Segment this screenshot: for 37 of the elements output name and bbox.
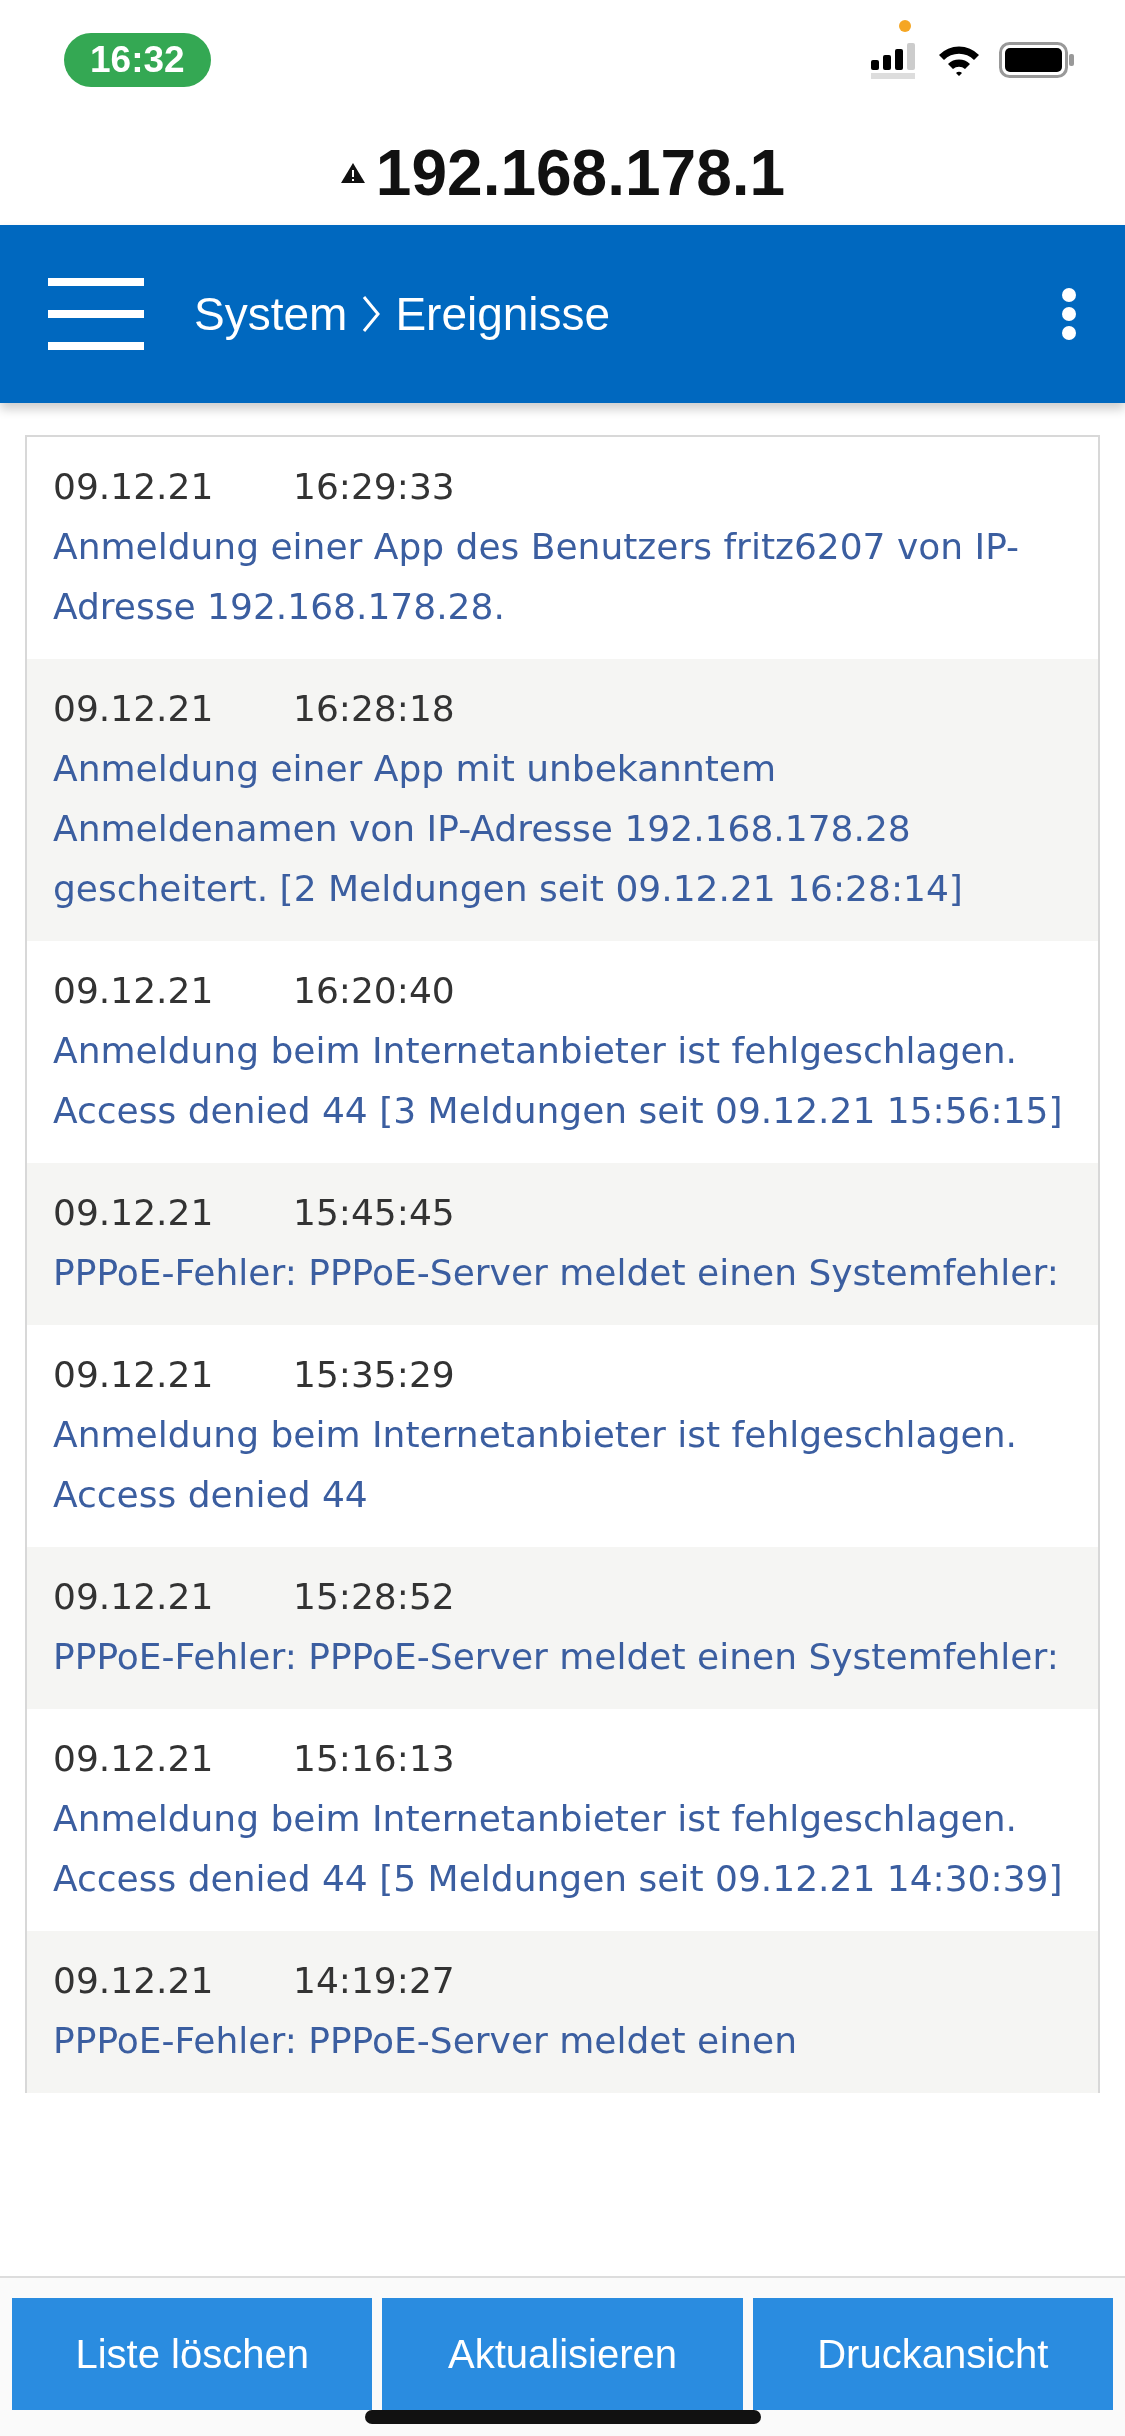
event-date: 09.12.21 [53, 969, 215, 1013]
event-date: 09.12.21 [53, 1575, 215, 1619]
event-time: 15:16:13 [293, 1737, 455, 1781]
event-message[interactable]: PPPoE-Fehler: PPPoE-Server meldet einen [53, 2011, 1072, 2071]
event-time: 15:45:45 [293, 1191, 455, 1235]
event-date: 09.12.21 [53, 465, 215, 509]
event-date: 09.12.21 [53, 1959, 215, 2003]
event-time: 16:20:40 [293, 969, 455, 1013]
warning-icon [339, 161, 366, 184]
event-time: 14:19:27 [293, 1959, 455, 2003]
event-date: 09.12.21 [53, 1737, 215, 1781]
privacy-dot-icon [899, 20, 911, 32]
action-button[interactable]: Druckansicht [752, 2298, 1113, 2410]
event-date: 09.12.21 [53, 1191, 215, 1235]
breadcrumb-item[interactable]: System [194, 287, 348, 341]
event-message[interactable]: Anmeldung einer App des Benutzers fritz6207 von IP-Adresse 192.168.178.28. [53, 517, 1072, 637]
event-time: 16:29:33 [293, 465, 455, 509]
event-date: 09.12.21 [53, 687, 215, 731]
event-message[interactable]: Anmeldung beim Internetanbieter ist fehlgeschlagen. Access denied 44 [5 Meldungen seit 09.12.21 14:30:39] [53, 1789, 1072, 1909]
action-button[interactable]: Aktualisieren [382, 2298, 743, 2410]
event-message[interactable]: Anmeldung einer App mit unbekanntem Anmeldenamen von IP-Adresse 192.168.178.28 gescheitert. [2 Meldungen seit 09.12.21 16:28:14] [53, 739, 1072, 919]
breadcrumb-item[interactable]: Ereignisse [395, 287, 611, 341]
event-message[interactable]: Anmeldung beim Internetanbieter ist fehlgeschlagen. Access denied 44 [53, 1405, 1072, 1525]
menu-icon[interactable] [48, 278, 144, 350]
more-icon[interactable] [1061, 287, 1077, 341]
event-message[interactable]: Anmeldung beim Internetanbieter ist fehlgeschlagen. Access denied 44 [3 Meldungen seit 09.12.21 15:56:15] [53, 1021, 1072, 1141]
status-time: 16:32 [64, 33, 211, 87]
action-button[interactable]: Liste löschen [12, 2298, 373, 2410]
url-text[interactable]: 192.168.178.1 [375, 135, 786, 210]
event-time: 15:28:52 [293, 1575, 455, 1619]
event-time: 16:28:18 [293, 687, 455, 731]
event-message[interactable]: PPPoE-Fehler: PPPoE-Server meldet einen Systemfehler: [53, 1627, 1072, 1687]
event-message[interactable]: PPPoE-Fehler: PPPoE-Server meldet einen Systemfehler: [53, 1243, 1072, 1303]
battery-icon [999, 42, 1075, 78]
event-time: 15:35:29 [293, 1353, 455, 1397]
event-date: 09.12.21 [53, 1353, 215, 1397]
chevron-icon [361, 294, 382, 334]
